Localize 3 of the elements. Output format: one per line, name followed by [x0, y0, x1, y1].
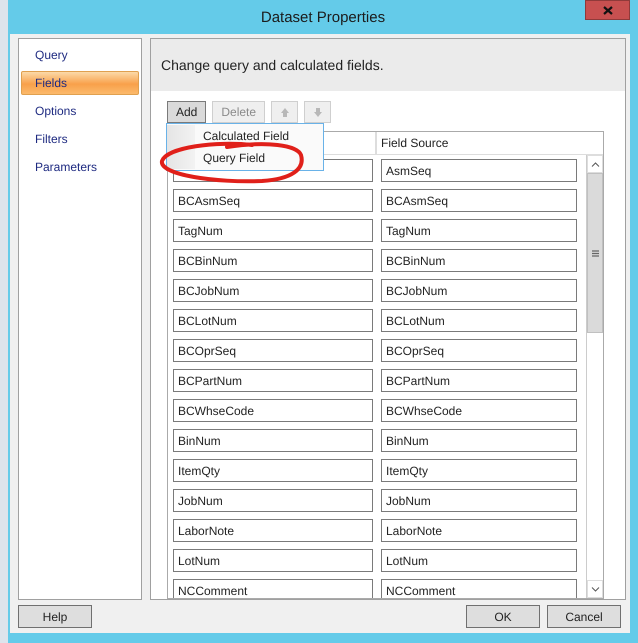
- header-text: Change query and calculated fields.: [161, 57, 384, 73]
- window-title: Dataset Properties: [260, 8, 386, 26]
- column-header: Field Source: [381, 136, 448, 150]
